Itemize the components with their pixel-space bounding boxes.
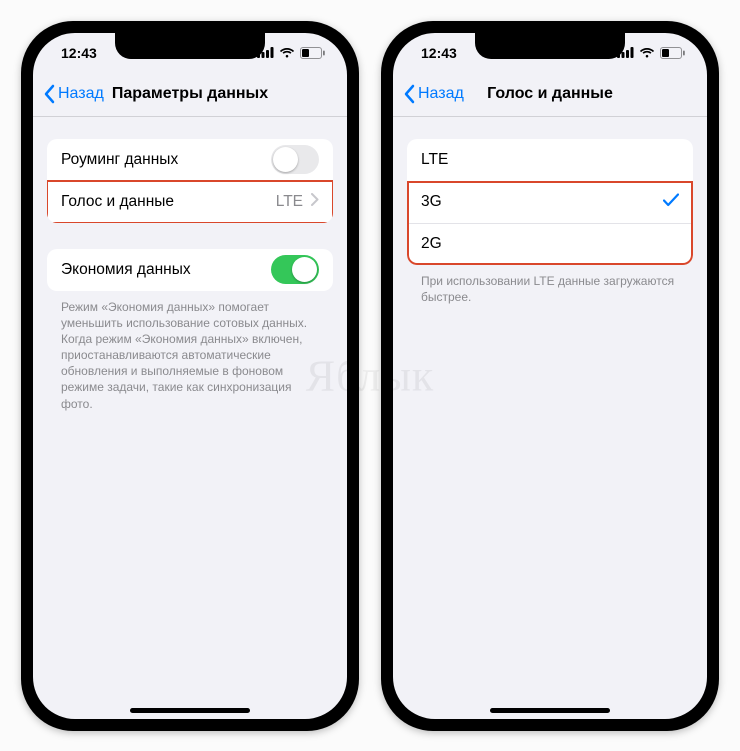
row-label: Голос и данные [61,193,174,211]
low-data-note: Режим «Экономия данных» помогает уменьши… [61,299,319,412]
low-data-toggle[interactable] [271,255,319,284]
home-indicator[interactable] [490,708,610,713]
nav-bar: Назад Голос и данные [393,73,707,117]
screen: 12:43 Назад Голос и данные [393,33,707,719]
notch [115,33,265,59]
option-2g[interactable]: 2G [407,223,693,265]
chevron-right-icon [311,193,319,211]
row-value: LTE [276,193,303,211]
home-indicator[interactable] [130,708,250,713]
clock: 12:43 [421,45,457,61]
back-label: Назад [58,85,104,103]
phone-frame-left: 12:43 Назад Параметры данных [21,21,359,731]
row-voice-data[interactable]: Голос и данные LTE [47,181,333,223]
wifi-icon [279,47,295,58]
roaming-toggle[interactable] [271,145,319,174]
chevron-left-icon [403,84,415,104]
battery-icon [300,47,325,59]
battery-icon [660,47,685,59]
notch [475,33,625,59]
wifi-icon [639,47,655,58]
option-label: 3G [421,193,442,211]
option-3g[interactable]: 3G [407,181,693,223]
phone-frame-right: 12:43 Назад Голос и данные [381,21,719,731]
row-label: Роуминг данных [61,151,178,169]
option-lte[interactable]: LTE [407,139,693,181]
checkmark-icon [663,193,679,212]
option-label: LTE [421,151,448,169]
back-label: Назад [418,85,464,103]
back-button[interactable]: Назад [43,84,104,104]
option-label: 2G [421,235,442,253]
chevron-left-icon [43,84,55,104]
clock: 12:43 [61,45,97,61]
screen: 12:43 Назад Параметры данных [33,33,347,719]
row-low-data-mode[interactable]: Экономия данных [47,249,333,291]
row-label: Экономия данных [61,261,191,279]
back-button[interactable]: Назад [403,84,464,104]
nav-bar: Назад Параметры данных [33,73,347,117]
lte-note: При использовании LTE данные загружаются… [421,273,679,305]
row-data-roaming[interactable]: Роуминг данных [47,139,333,181]
